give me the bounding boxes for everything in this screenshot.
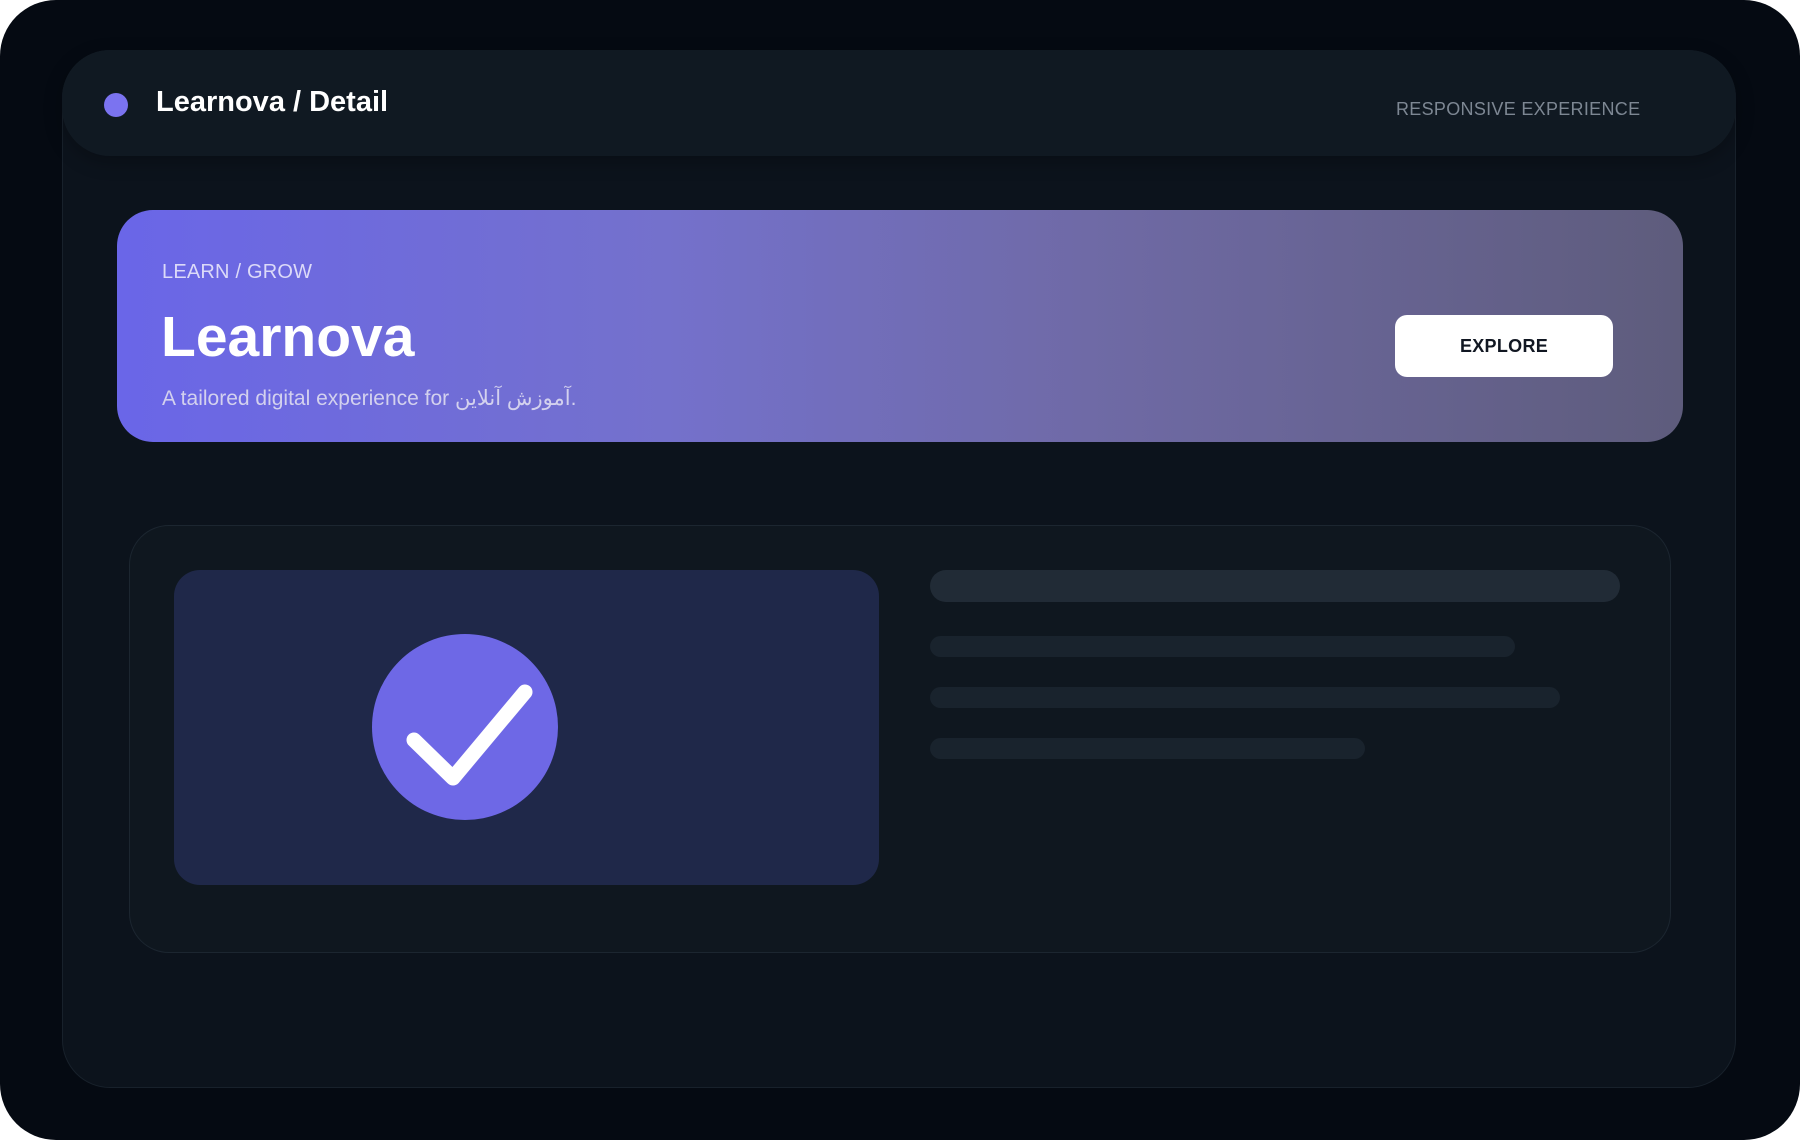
explore-button[interactable]: EXPLORE (1395, 315, 1613, 377)
skeleton-line (930, 687, 1560, 708)
header-tag: RESPONSIVE EXPERIENCE (1396, 99, 1641, 119)
skeleton-heading (930, 570, 1620, 602)
hero-subtitle: A tailored digital experience for آموزش … (162, 387, 577, 410)
check-icon (406, 684, 533, 786)
brand-dot-icon (104, 93, 128, 117)
skeleton-line (930, 636, 1515, 657)
hero-eyebrow: LEARN / GROW (162, 261, 313, 283)
hero-title: Learnova (161, 305, 415, 369)
page-title: Learnova / Detail (156, 86, 389, 118)
skeleton-line (930, 738, 1365, 759)
